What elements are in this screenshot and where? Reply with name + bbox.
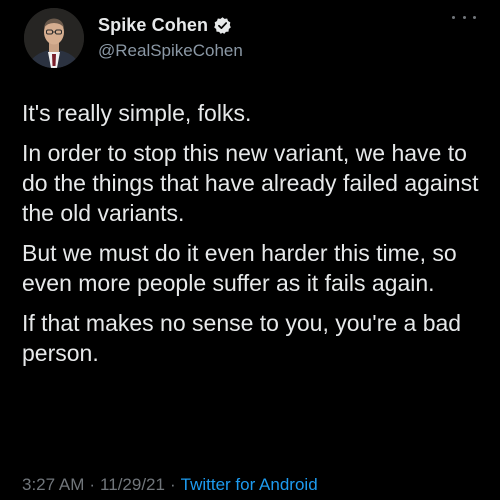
tweet-meta: 3:27 AM · 11/29/21 · Twitter for Android: [22, 475, 318, 495]
tweet-paragraph: It's really simple, folks.: [22, 100, 252, 126]
verified-badge-icon: [213, 16, 232, 35]
tweet-text: It's really simple, folks. In order to s…: [22, 98, 482, 378]
separator: ·: [169, 475, 176, 494]
avatar[interactable]: [24, 8, 84, 68]
tweet-source-link[interactable]: Twitter for Android: [181, 475, 318, 494]
separator: ·: [89, 475, 96, 494]
name-row: Spike Cohen: [98, 14, 243, 36]
dot: [462, 15, 466, 19]
dot: [452, 15, 455, 19]
tweet-paragraph: If that makes no sense to you, you're a …: [22, 310, 462, 366]
tweet-date[interactable]: 11/29/21: [100, 475, 165, 494]
tweet-card: Spike Cohen @RealSpikeCohen It's really …: [0, 0, 500, 500]
tweet-paragraph: But we must do it even harder this time,…: [22, 240, 457, 296]
display-name[interactable]: Spike Cohen: [98, 15, 208, 36]
tweet-paragraph: In order to stop this new variant, we ha…: [22, 140, 479, 226]
tweet-time[interactable]: 3:27 AM: [22, 475, 84, 494]
dot: [473, 15, 476, 19]
user-handle[interactable]: @RealSpikeCohen: [98, 41, 243, 61]
ellipsis-icon[interactable]: [452, 10, 476, 24]
tweet-header: Spike Cohen @RealSpikeCohen: [24, 4, 476, 72]
author-info[interactable]: Spike Cohen @RealSpikeCohen: [98, 14, 243, 61]
